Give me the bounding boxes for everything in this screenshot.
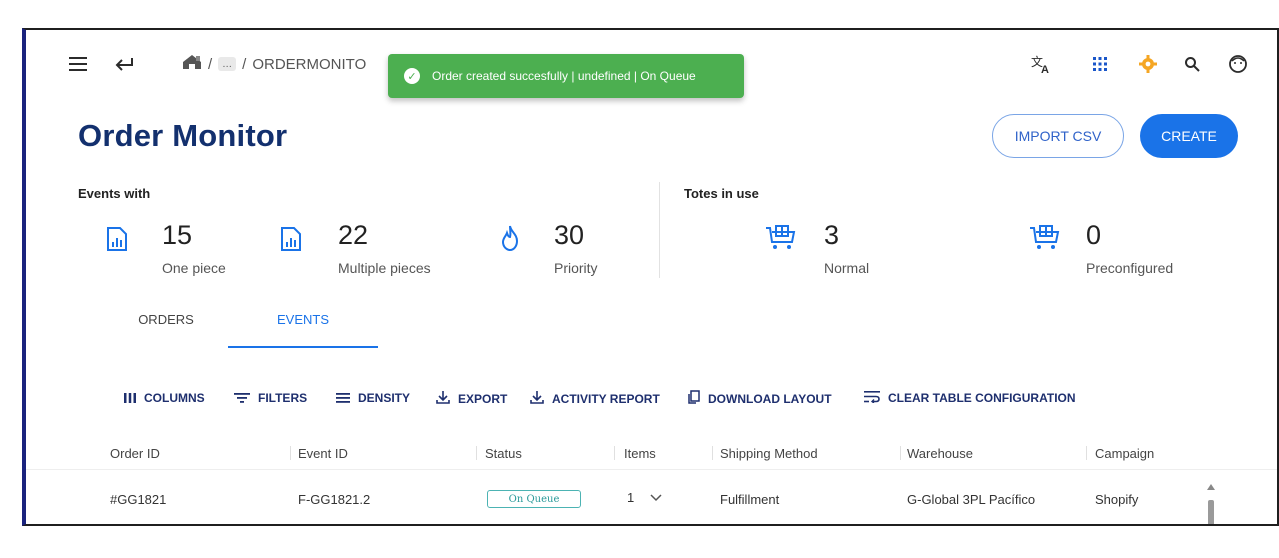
hamburger-menu-icon[interactable] (66, 52, 90, 76)
stat-value: 15 (162, 220, 193, 250)
stat-caption: Preconfigured (1086, 260, 1174, 276)
document-chart-icon (280, 226, 302, 257)
export-label: EXPORT (458, 391, 508, 406)
columns-button[interactable]: COLUMNS (124, 390, 205, 406)
download-layout-button[interactable]: DOWNLOAD LAYOUT (688, 390, 832, 407)
columns-label: COLUMNS (144, 391, 205, 405)
stat-value: 0 (1086, 220, 1102, 250)
table-row[interactable]: #GG1821 F-GG1821.2 On Queue 1 Fulfillmen… (26, 484, 1277, 524)
toast-message: Order created succesfully | undefined | … (432, 69, 696, 83)
activity-report-label: ACTIVITY REPORT (552, 391, 660, 406)
create-button[interactable]: CREATE (1140, 114, 1238, 158)
column-header-campaign[interactable]: Campaign (1095, 446, 1154, 461)
stat-caption: One piece (162, 260, 226, 276)
shopping-cart-icon (1028, 224, 1060, 257)
activity-report-button[interactable]: ACTIVITY REPORT (530, 390, 660, 407)
tab-orders[interactable]: ORDERS (104, 312, 228, 348)
translate-icon[interactable]: 文A (1030, 52, 1054, 76)
density-label: DENSITY (358, 391, 411, 405)
column-separator[interactable] (1086, 446, 1087, 460)
items-dropdown[interactable]: 1 (627, 490, 662, 505)
cell-warehouse: G-Global 3PL Pacífico (907, 492, 1036, 507)
flame-icon (498, 224, 522, 257)
search-icon[interactable] (1180, 52, 1204, 76)
density-icon (336, 390, 350, 406)
density-button[interactable]: DENSITY (336, 390, 410, 406)
check-circle-icon: ✓ (404, 68, 420, 84)
download-layout-label: DOWNLOAD LAYOUT (708, 391, 832, 406)
events-section-label: Events with (78, 186, 151, 201)
column-header-status[interactable]: Status (485, 446, 522, 461)
column-separator[interactable] (614, 446, 615, 460)
status-badge: On Queue (487, 490, 581, 508)
breadcrumb-separator: / (208, 55, 213, 73)
user-face-icon[interactable] (1226, 52, 1250, 76)
shopping-cart-icon (764, 224, 796, 257)
vertical-scrollbar[interactable] (1208, 500, 1214, 524)
stat-value: 30 (554, 220, 585, 250)
app-window: / … / ORDERMONITO ✓ Order created succes… (22, 28, 1279, 526)
chevron-down-icon (650, 490, 662, 505)
column-header-items[interactable]: Items (624, 446, 656, 461)
page-title: Order Monitor (78, 118, 288, 153)
apps-grid-icon[interactable] (1088, 52, 1112, 76)
section-divider (659, 182, 660, 278)
document-chart-icon (106, 226, 128, 257)
wrap-text-icon (864, 390, 880, 406)
columns-icon (124, 390, 136, 406)
clear-table-configuration-label: CLEAR TABLE CONFIGURATION (888, 391, 1076, 405)
import-csv-button[interactable]: IMPORT CSV (992, 114, 1124, 158)
column-separator[interactable] (290, 446, 291, 460)
filters-button[interactable]: FILTERS (234, 390, 307, 406)
download-icon (530, 390, 544, 407)
tab-bar: ORDERS EVENTS (26, 312, 1277, 348)
cell-order-id: #GG1821 (110, 492, 167, 507)
breadcrumb-separator: / (242, 55, 247, 73)
column-header-warehouse[interactable]: Warehouse (907, 446, 973, 461)
stat-value: 3 (824, 220, 840, 250)
table-header: Order ID Event ID Status Items Shipping … (26, 440, 1277, 470)
top-bar: / … / ORDERMONITO ✓ Order created succes… (26, 30, 1277, 98)
column-header-event-id[interactable]: Event ID (298, 446, 348, 461)
column-header-shipping-method[interactable]: Shipping Method (720, 446, 818, 461)
cell-event-id: F-GG1821.2 (298, 492, 371, 507)
filters-label: FILTERS (258, 391, 308, 405)
cell-shipping-method: Fulfillment (720, 492, 780, 507)
settings-gear-icon[interactable] (1136, 52, 1160, 76)
download-icon (436, 390, 450, 407)
cell-items: 1 (627, 490, 635, 505)
column-header-order-id[interactable]: Order ID (110, 446, 160, 461)
cell-campaign: Shopify (1095, 492, 1139, 507)
home-icon[interactable] (182, 54, 202, 74)
totes-section-label: Totes in use (684, 186, 759, 201)
breadcrumb-current[interactable]: ORDERMONITO (252, 56, 366, 73)
clear-table-configuration-button[interactable]: CLEAR TABLE CONFIGURATION (864, 390, 1076, 406)
success-toast: ✓ Order created succesfully | undefined … (388, 54, 744, 98)
scroll-up-arrow-icon[interactable] (1207, 484, 1215, 490)
export-button[interactable]: EXPORT (436, 390, 507, 407)
stat-value: 22 (338, 220, 369, 250)
column-separator[interactable] (476, 446, 477, 460)
svg-text:A: A (1041, 64, 1049, 74)
column-separator[interactable] (900, 446, 901, 460)
stat-caption: Priority (554, 260, 598, 276)
stat-caption: Multiple pieces (338, 260, 431, 276)
breadcrumb-more-button[interactable]: … (218, 57, 237, 71)
breadcrumb: / … / ORDERMONITO (182, 54, 366, 74)
filter-icon (234, 390, 250, 406)
table-toolbar: COLUMNS FILTERS DENSITY EXPORT ACTIVITY … (26, 390, 1277, 410)
stat-caption: Normal (824, 260, 870, 276)
back-arrow-icon[interactable] (112, 52, 136, 76)
tab-events[interactable]: EVENTS (228, 312, 378, 348)
column-separator[interactable] (712, 446, 713, 460)
copy-icon (688, 390, 700, 407)
